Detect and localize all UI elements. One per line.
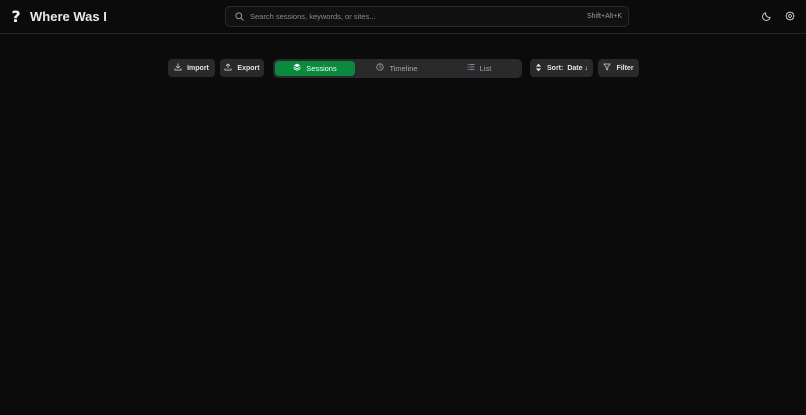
- sort-button[interactable]: Sort: Date ↓: [530, 59, 593, 77]
- clock-icon: [376, 63, 385, 73]
- app-title: Where Was I: [30, 9, 107, 24]
- gear-icon: [785, 8, 795, 26]
- download-icon: [174, 63, 182, 73]
- sort-label: Sort:: [547, 64, 564, 72]
- tab-timeline[interactable]: Timeline: [357, 61, 437, 76]
- tab-list[interactable]: List: [439, 61, 519, 76]
- layers-icon: [293, 63, 301, 73]
- upload-icon: [224, 63, 232, 73]
- tab-sessions-label: Sessions: [306, 63, 337, 73]
- question-mark-icon: ?: [11, 7, 21, 26]
- search-icon: [228, 6, 250, 27]
- filter-label: Filter: [616, 64, 634, 72]
- export-label: Export: [237, 64, 260, 72]
- sort-value: Date ↓: [567, 64, 588, 72]
- tab-sessions[interactable]: Sessions: [275, 60, 355, 76]
- search-bar[interactable]: Shift+Alt+K: [225, 6, 629, 27]
- moon-icon: [762, 8, 772, 26]
- view-switcher: Sessions Timeline List: [273, 58, 522, 78]
- filter-button[interactable]: Filter: [598, 59, 639, 77]
- import-label: Import: [187, 64, 209, 72]
- list-icon: [467, 63, 475, 73]
- theme-toggle-button[interactable]: [758, 8, 776, 26]
- settings-button[interactable]: [781, 8, 799, 26]
- filter-icon: [603, 63, 611, 73]
- tab-timeline-label: Timeline: [389, 63, 418, 73]
- import-button[interactable]: Import: [168, 59, 215, 77]
- app-logo: ? Where Was I: [10, 7, 107, 27]
- app-header: ? Where Was I Shift+Alt+K: [0, 0, 806, 34]
- sort-icon: [535, 63, 542, 74]
- export-button[interactable]: Export: [220, 59, 264, 77]
- search-input[interactable]: [250, 7, 587, 26]
- search-shortcut-hint: Shift+Alt+K: [586, 13, 622, 20]
- tab-list-label: List: [479, 63, 492, 73]
